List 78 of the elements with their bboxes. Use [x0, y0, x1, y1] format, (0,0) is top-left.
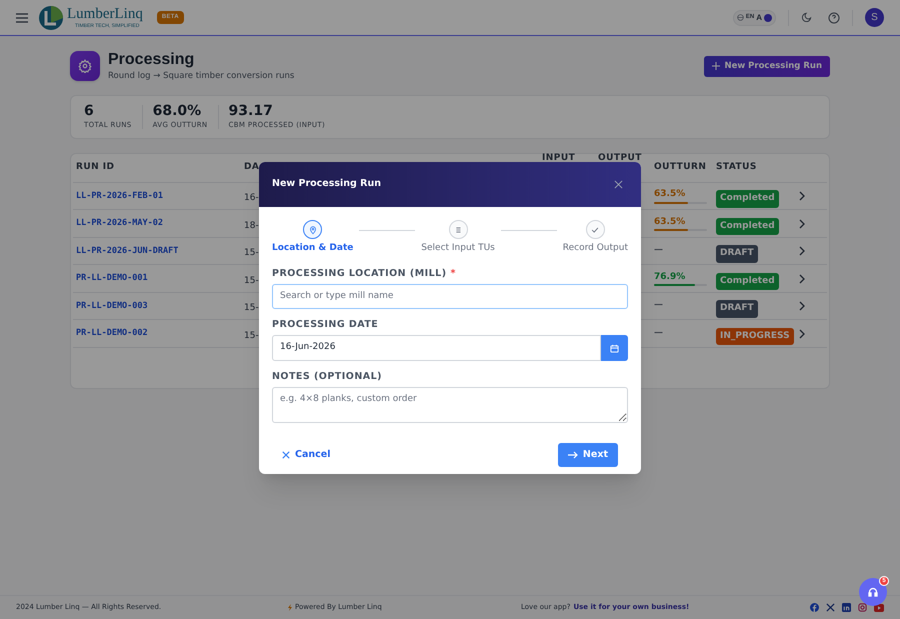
table-cell: 15-	[244, 330, 259, 340]
status-badge: Completed	[716, 272, 779, 290]
gear-icon	[70, 51, 100, 82]
run-id-link[interactable]: LL-PR-2026-FEB-01	[73, 190, 241, 202]
map-pin-icon	[308, 224, 318, 234]
arrow-right-icon	[568, 451, 578, 460]
chevron-right-icon[interactable]	[799, 191, 805, 201]
dialog-title: New Processing Run	[272, 177, 382, 192]
outturn-value: —	[654, 326, 664, 340]
field-label: PROCESSING LOCATION (MILL)	[272, 266, 447, 280]
field-label: PROCESSING DATE	[272, 318, 378, 332]
table-cell: 15-	[244, 276, 259, 286]
facebook-icon[interactable]	[810, 603, 819, 612]
new-processing-run-button[interactable]: New Processing Run	[704, 56, 830, 77]
menu-icon[interactable]	[16, 12, 28, 22]
status-badge: DRAFT	[716, 300, 758, 318]
moon-icon[interactable]	[801, 12, 812, 23]
outturn-value: —	[654, 299, 664, 312]
calendar-icon	[610, 344, 619, 352]
status-badge: IN_PROGRESS	[716, 328, 794, 345]
plus-icon	[712, 62, 720, 70]
outturn-value: —	[654, 244, 664, 258]
font-size-label: A	[756, 12, 762, 24]
notes-textarea[interactable]: e.g. 4×8 planks, custom order	[272, 387, 628, 424]
column-header: INPUT	[541, 154, 576, 163]
run-id-link[interactable]: LL-PR-2026-JUN-DRAFT	[73, 244, 241, 258]
table-cell: 15-	[244, 248, 259, 258]
linkedin-icon[interactable]	[842, 603, 851, 612]
close-icon	[282, 451, 290, 460]
next-button[interactable]: Next	[558, 443, 618, 468]
logo-title: LumberLinq	[67, 6, 143, 22]
status-badge: DRAFT	[716, 245, 758, 262]
chevron-right-icon[interactable]	[799, 274, 805, 284]
run-id-link[interactable]: PR-LL-DEMO-003	[73, 300, 241, 312]
stat-value: 6	[84, 102, 95, 120]
page-subtitle: Round log → Square timber conversion runs	[108, 70, 294, 83]
toggle-knob-icon	[764, 14, 772, 22]
status-badge: Completed	[716, 218, 779, 235]
logo-icon	[38, 4, 64, 30]
outturn-value: 76.9%	[654, 270, 686, 284]
page-title: Processing	[108, 50, 196, 70]
calendar-button[interactable]	[601, 335, 628, 361]
chevron-right-icon[interactable]	[799, 246, 805, 256]
x-icon[interactable]	[826, 603, 835, 612]
headset-icon	[868, 587, 878, 597]
column-header: STATUS	[715, 161, 758, 174]
column-header: OUTPUT	[597, 154, 643, 163]
status-badge: Completed	[716, 190, 779, 208]
column-header: RUN ID	[75, 161, 116, 174]
chevron-right-icon[interactable]	[799, 301, 805, 311]
globe-icon	[736, 14, 744, 21]
bolt-icon	[288, 604, 292, 611]
run-id-link[interactable]: PR-LL-DEMO-001	[73, 272, 241, 285]
required-asterisk: *	[450, 266, 456, 280]
table-cell: 16-	[244, 193, 259, 203]
wizard-step[interactable]: Select Input TUs	[421, 220, 495, 256]
chevron-right-icon[interactable]	[799, 328, 805, 338]
outturn-value: 63.5%	[654, 188, 686, 202]
run-id-link[interactable]: LL-PR-2026-MAY-02	[73, 217, 241, 230]
table-cell: 15-	[244, 303, 259, 313]
help-icon[interactable]	[828, 12, 840, 24]
stat-value: 93.17	[228, 102, 274, 120]
instagram-icon[interactable]	[858, 603, 867, 612]
outturn-value: 63.5%	[654, 216, 686, 229]
date-input[interactable]: 16-Jun-2026	[272, 335, 601, 361]
column-header: OUTTURN	[653, 161, 708, 174]
table-cell: 18-	[244, 220, 259, 230]
location-input[interactable]: Search or type mill name	[272, 284, 628, 309]
column-header: DA	[243, 161, 260, 174]
cancel-button[interactable]: Cancel	[282, 448, 330, 462]
chevron-right-icon[interactable]	[799, 218, 805, 228]
close-icon[interactable]	[614, 180, 623, 189]
stat-value: 68.0%	[152, 102, 202, 120]
wizard-step[interactable]: Location & Date	[272, 220, 354, 256]
field-label: NOTES (OPTIONAL)	[272, 370, 382, 384]
run-id-link[interactable]: PR-LL-DEMO-002	[73, 327, 241, 340]
wizard-step[interactable]: Record Output	[562, 220, 628, 256]
user-avatar[interactable]: S	[865, 8, 884, 27]
